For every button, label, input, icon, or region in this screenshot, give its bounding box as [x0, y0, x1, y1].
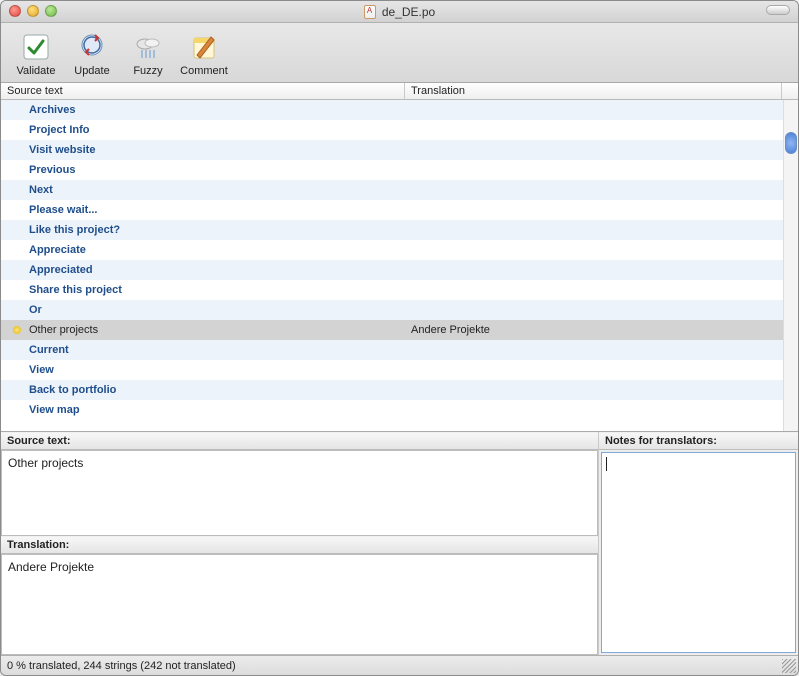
cell-source: Back to portfolio	[1, 384, 405, 396]
fuzzy-label: Fuzzy	[133, 65, 162, 77]
notes-label: Notes for translators:	[599, 432, 798, 450]
table-row[interactable]: Other projectsAndere Projekte	[1, 320, 783, 340]
comment-button[interactable]: Comment	[177, 31, 231, 77]
notes-box[interactable]	[601, 452, 796, 653]
table-row[interactable]: Or	[1, 300, 783, 320]
cell-source: View map	[1, 404, 405, 416]
table-row[interactable]: Project Info	[1, 120, 783, 140]
resize-grip[interactable]	[782, 659, 796, 673]
window-title-text: de_DE.po	[382, 5, 435, 19]
close-button[interactable]	[9, 5, 21, 17]
minimize-button[interactable]	[27, 5, 39, 17]
cell-source: Visit website	[1, 144, 405, 156]
translation-box[interactable]: Andere Projekte	[1, 554, 598, 655]
table-row[interactable]: View	[1, 360, 783, 380]
source-text-label: Source text:	[1, 432, 598, 450]
table-row[interactable]: Share this project	[1, 280, 783, 300]
table-row[interactable]: Appreciate	[1, 240, 783, 260]
header-scroll-corner	[782, 83, 798, 99]
cell-source: Other projects	[1, 324, 405, 336]
cell-source: Like this project?	[1, 224, 405, 236]
validate-label: Validate	[17, 65, 56, 77]
cell-source: Project Info	[1, 124, 405, 136]
header-translation[interactable]: Translation	[405, 83, 782, 99]
statusbar: 0 % translated, 244 strings (242 not tra…	[1, 655, 798, 675]
titlebar[interactable]: de_DE.po	[1, 1, 798, 23]
cell-source: Next	[1, 184, 405, 196]
editor-right: Notes for translators:	[598, 432, 798, 655]
cell-source: Previous	[1, 164, 405, 176]
header-source[interactable]: Source text	[1, 83, 405, 99]
fuzzy-indicator-icon	[13, 326, 21, 334]
table-row[interactable]: Archives	[1, 100, 783, 120]
table-row[interactable]: Next	[1, 180, 783, 200]
cell-source: Appreciated	[1, 264, 405, 276]
translation-label: Translation:	[1, 536, 598, 554]
cell-translation: Andere Projekte	[405, 324, 783, 336]
comment-label: Comment	[180, 65, 228, 77]
editor-left: Source text: Other projects Translation:…	[1, 432, 598, 655]
scroll-thumb[interactable]	[785, 132, 797, 154]
table-row[interactable]: Like this project?	[1, 220, 783, 240]
zoom-button[interactable]	[45, 5, 57, 17]
table-row[interactable]: Please wait...	[1, 200, 783, 220]
window-title: de_DE.po	[364, 5, 435, 19]
table-row[interactable]: Current	[1, 340, 783, 360]
update-icon	[76, 31, 108, 63]
table-row[interactable]: Previous	[1, 160, 783, 180]
source-text-box[interactable]: Other projects	[1, 450, 598, 536]
cell-source: Please wait...	[1, 204, 405, 216]
vertical-scrollbar[interactable]	[783, 100, 798, 431]
table-row[interactable]: View map	[1, 400, 783, 420]
file-icon	[364, 5, 376, 19]
status-text: 0 % translated, 244 strings (242 not tra…	[7, 660, 236, 672]
cell-source: Appreciate	[1, 244, 405, 256]
table-area: Archives Project Info Visit website Previou…	[1, 100, 798, 431]
table-row[interactable]: Visit website	[1, 140, 783, 160]
fuzzy-icon	[132, 31, 164, 63]
validate-icon	[20, 31, 52, 63]
cell-source: View	[1, 364, 405, 376]
app-window: de_DE.po Validate Update Fuzzy C	[0, 0, 799, 676]
cell-source: Current	[1, 344, 405, 356]
toolbar-toggle-pill[interactable]	[766, 5, 790, 15]
table-row[interactable]: Back to portfolio	[1, 380, 783, 400]
update-label: Update	[74, 65, 109, 77]
cell-source: Or	[1, 304, 405, 316]
fuzzy-button[interactable]: Fuzzy	[121, 31, 175, 77]
toolbar: Validate Update Fuzzy Comment	[1, 23, 798, 83]
comment-icon	[188, 31, 220, 63]
cell-source: Archives	[1, 104, 405, 116]
traffic-lights	[9, 5, 57, 17]
update-button[interactable]: Update	[65, 31, 119, 77]
validate-button[interactable]: Validate	[9, 31, 63, 77]
table-headers: Source text Translation	[1, 83, 798, 100]
cell-source: Share this project	[1, 284, 405, 296]
table-body[interactable]: Archives Project Info Visit website Previou…	[1, 100, 783, 431]
table-row[interactable]: Appreciated	[1, 260, 783, 280]
editor-panels: Source text: Other projects Translation:…	[1, 431, 798, 655]
